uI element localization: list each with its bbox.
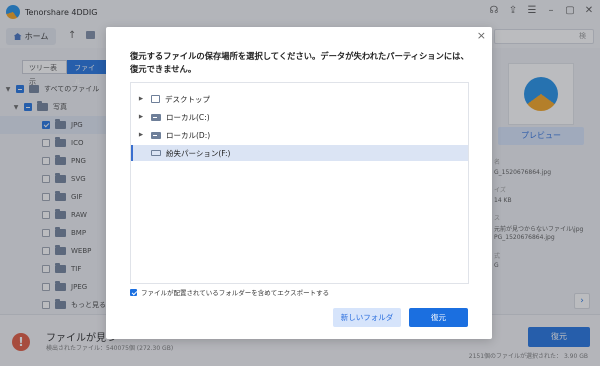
new-folder-button[interactable]: 新しいフォルダ [333,308,401,327]
expand-arrow-icon[interactable]: ▶ [131,132,151,138]
location-item[interactable]: 紛失パーション(F:) [131,145,468,161]
location-item[interactable]: ▶ ローカル(D:) [131,127,468,143]
location-label: 紛失パーション(F:) [166,148,231,158]
location-label: ローカル(C:) [166,112,210,122]
desktop-icon [151,95,160,103]
usb-drive-icon [151,150,161,156]
export-option[interactable]: ファイルが配置されているフォルダーを含めてエクスポートする [130,287,329,297]
export-option-checkbox[interactable] [130,288,137,296]
drive-icon [151,131,161,139]
location-label: ローカル(D:) [166,130,211,140]
save-location-dialog: × 復元するファイルの保存場所を選択してください。データが失われたパーティション… [106,27,492,339]
location-item[interactable]: ▶ ローカル(C:) [131,109,468,125]
location-item[interactable]: ▶ デスクトップ [131,91,468,107]
location-label: デスクトップ [165,94,210,104]
export-option-label: ファイルが配置されているフォルダーを含めてエクスポートする [141,289,330,297]
dialog-message: 復元するファイルの保存場所を選択してください。データが失われたパーティションには… [130,51,469,74]
folder-tree: ▶ デスクトップ ▶ ローカル(C:) ▶ ローカル(D:) 紛失パーション(F:) [130,82,469,284]
close-icon[interactable]: × [477,29,486,42]
restore-button[interactable]: 復元 [409,308,468,327]
drive-icon [151,113,161,121]
expand-arrow-icon[interactable]: ▶ [131,96,151,102]
expand-arrow-icon[interactable]: ▶ [131,114,151,120]
